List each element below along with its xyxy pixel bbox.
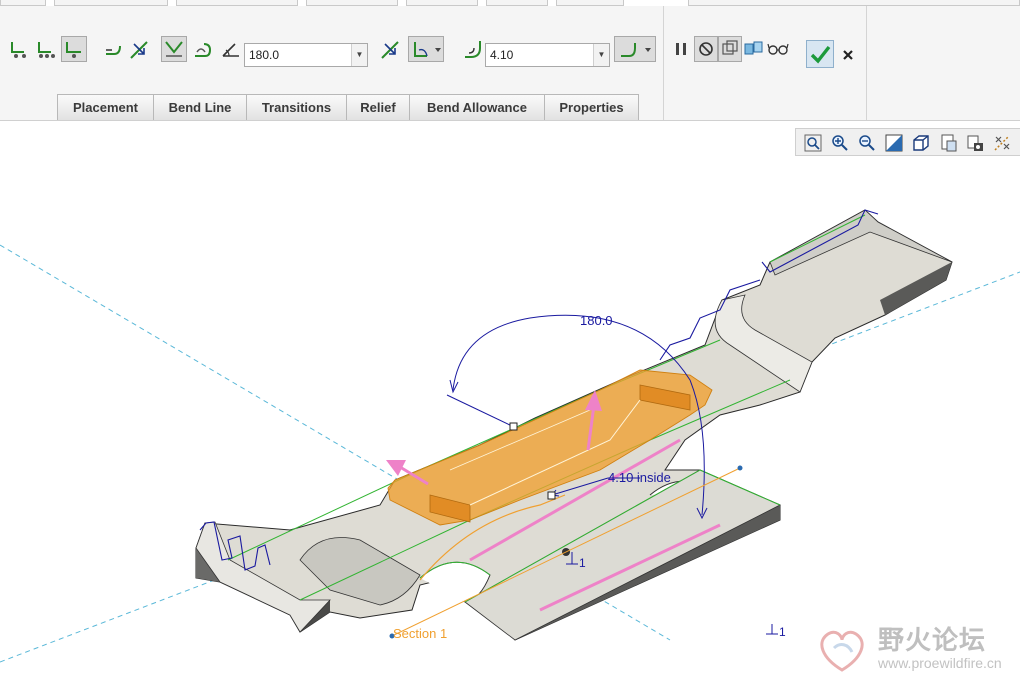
datum-label: 1 [779,625,786,639]
watermark-chinese: 野火论坛 [878,626,987,656]
radius-value: 4.10 [490,48,514,62]
preview-geometry-icon[interactable] [718,36,742,62]
glasses-icon[interactable] [766,36,790,62]
radius-dimension-label[interactable]: 4.10 inside [608,470,671,485]
separator [866,6,867,120]
bend-edge-selected-icon[interactable] [61,36,87,62]
flip-side-icon[interactable] [126,36,152,62]
tab-bend-line[interactable]: Bend Line [153,94,247,120]
chevron-down-icon[interactable]: ▼ [351,44,367,66]
angle-dimension-label[interactable]: 180.0 [580,313,613,328]
radius-value-field[interactable]: 4.10 ▼ [485,43,610,67]
section-label: Section 1 [393,626,447,641]
section-endpoint [737,465,743,471]
chevron-down-icon[interactable]: ▼ [593,44,609,66]
rolled-bend-icon[interactable] [161,36,187,62]
tab-placement[interactable]: Placement [57,94,154,120]
radius-side-icon[interactable] [614,36,656,62]
dashboard-tabs: Placement Bend Line Transitions Relief B… [57,94,639,120]
pause-icon[interactable] [668,36,694,62]
radius-drag-handle[interactable] [547,491,556,500]
separator [663,6,664,120]
tab-relief[interactable]: Relief [346,94,410,120]
bend-direction-icon[interactable] [101,36,127,62]
bend-dashboard: 180.0 ▼ 4.10 ▼ Placement Bend Line Trans… [0,6,1020,121]
angle-icon [218,36,244,62]
radius-icon [460,36,486,62]
flip-angle-icon[interactable] [377,36,403,62]
datum-label: 1 [579,556,586,570]
angle-value-field[interactable]: 180.0 ▼ [244,43,368,67]
watermark-logo [820,630,864,672]
checkmark-icon[interactable] [806,40,834,68]
verify-icon[interactable] [741,36,765,62]
graphics-window[interactable]: 180.0 4.10 inside Section 1 1 1 [0,120,1020,683]
angle-bend-icon[interactable] [189,36,215,62]
tab-properties[interactable]: Properties [544,94,639,120]
bend-from-edge-alt-icon[interactable] [33,36,59,62]
tab-transitions[interactable]: Transitions [246,94,347,120]
angle-drag-handle[interactable] [509,422,518,431]
tab-bend-allowance[interactable]: Bend Allowance [409,94,545,120]
watermark-url: www.proewildfire.cn [878,655,1002,671]
measure-option-icon[interactable] [408,36,444,62]
close-icon[interactable] [835,42,861,68]
angle-value: 180.0 [249,48,280,62]
watermark: 野火论坛 www.proewildfire.cn [812,618,1012,678]
no-preview-icon[interactable] [694,36,718,62]
bend-from-edge-icon[interactable] [6,36,32,62]
